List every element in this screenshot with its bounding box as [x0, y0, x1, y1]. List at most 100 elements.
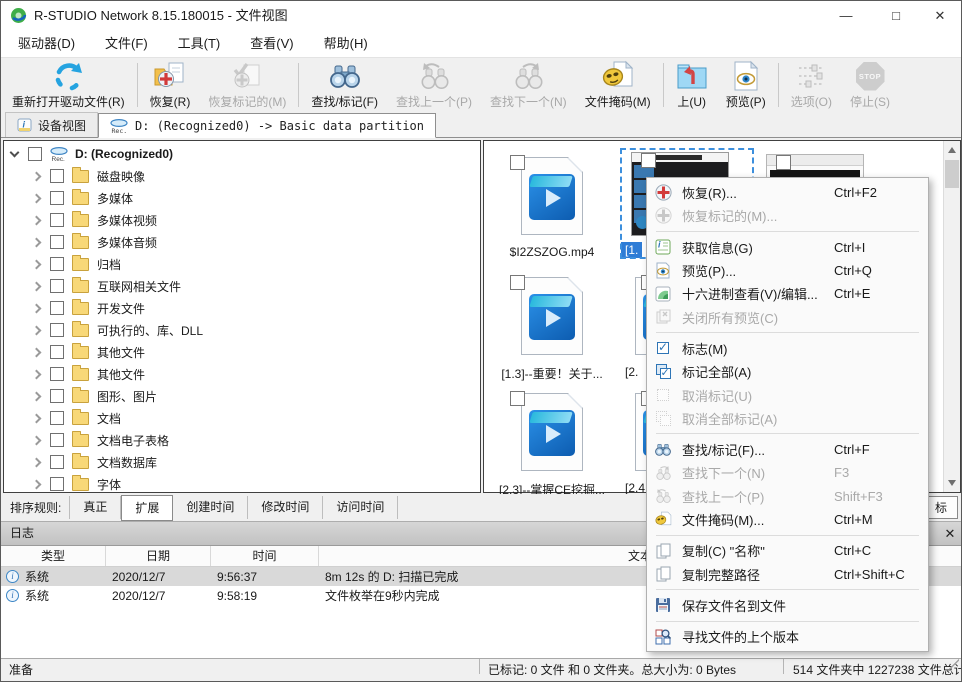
checkbox[interactable]: [50, 323, 64, 337]
file-item[interactable]: $I2ZSZOG.mp4: [486, 151, 618, 260]
menu-item-unmark-all[interactable]: 取消全部标记(A): [647, 407, 928, 430]
checkbox[interactable]: [50, 301, 64, 315]
scroll-up-icon[interactable]: [948, 147, 956, 153]
checkbox[interactable]: [50, 477, 64, 491]
chevron-right-icon[interactable]: [32, 171, 42, 181]
recover-button[interactable]: 恢复(R): [141, 58, 200, 112]
menu-view[interactable]: 查看(V): [235, 31, 308, 57]
file-item[interactable]: [1.3]--重要！关于...: [486, 271, 618, 383]
maximize-button[interactable]: □: [879, 1, 913, 31]
tab-device-view[interactable]: i 设备视图: [5, 112, 98, 137]
menu-item-mark[interactable]: 标志(M): [647, 337, 928, 360]
menu-item-mark-all[interactable]: 标记全部(A): [647, 360, 928, 383]
tree-item[interactable]: 文档: [4, 407, 480, 429]
tree-item[interactable]: 归档: [4, 253, 480, 275]
recover-marked-button[interactable]: 恢复标记的(M): [199, 58, 295, 112]
chevron-right-icon[interactable]: [32, 369, 42, 379]
checkbox[interactable]: [50, 213, 64, 227]
tree-item[interactable]: 多媒体视频: [4, 209, 480, 231]
reopen-drive-button[interactable]: 重新打开驱动文件(R): [3, 58, 134, 112]
minimize-button[interactable]: —: [829, 1, 863, 31]
chevron-down-icon[interactable]: [10, 148, 20, 158]
menu-item-find-previous-version[interactable]: 寻找文件的上个版本: [647, 625, 928, 648]
checkbox[interactable]: [50, 455, 64, 469]
checkbox[interactable]: [50, 411, 64, 425]
chevron-right-icon[interactable]: [32, 193, 42, 203]
tree-root-drive[interactable]: Rec. D: (Recognized0): [4, 143, 480, 165]
menu-item-find-prev[interactable]: 查找上一个(P) Shift+F3: [647, 485, 928, 508]
tree-item[interactable]: 可执行的、库、DLL: [4, 319, 480, 341]
menu-item-find-mark[interactable]: 查找/标记(F)... Ctrl+F: [647, 438, 928, 461]
chevron-right-icon[interactable]: [32, 281, 42, 291]
menu-tools[interactable]: 工具(T): [163, 31, 236, 57]
tree-item[interactable]: 互联网相关文件: [4, 275, 480, 297]
tree-item[interactable]: 磁盘映像: [4, 165, 480, 187]
chevron-right-icon[interactable]: [32, 479, 42, 489]
find-mark-button[interactable]: 查找/标记(F): [302, 58, 387, 112]
resize-grip[interactable]: [949, 659, 959, 669]
checkbox[interactable]: [510, 275, 525, 290]
menu-help[interactable]: 帮助(H): [309, 31, 383, 57]
menu-item-save-filenames[interactable]: 保存文件名到文件: [647, 594, 928, 617]
chevron-right-icon[interactable]: [32, 413, 42, 423]
menu-item-file-mask[interactable]: 文件掩码(M)... Ctrl+M: [647, 508, 928, 531]
file-mask-button[interactable]: 文件掩码(M): [576, 58, 660, 112]
sort-tab-fragment[interactable]: 标: [924, 496, 958, 519]
log-close-icon[interactable]: ✕: [939, 522, 961, 545]
tree-item[interactable]: 文档数据库: [4, 451, 480, 473]
close-button[interactable]: ✕: [923, 1, 957, 31]
checkbox[interactable]: [50, 191, 64, 205]
tree-item[interactable]: 多媒体音频: [4, 231, 480, 253]
sort-tab-extension[interactable]: 扩展: [121, 495, 173, 521]
tab-recognized-partition[interactable]: Rec. D: (Recognized0) -> Basic data part…: [98, 113, 436, 138]
checkbox[interactable]: [50, 257, 64, 271]
scrollbar-thumb[interactable]: [945, 160, 959, 188]
sort-tab-real[interactable]: 真正: [69, 496, 121, 519]
up-button[interactable]: 上(U): [667, 58, 717, 112]
menu-item-recover[interactable]: 恢复(R)... Ctrl+F2: [647, 181, 928, 204]
file-item[interactable]: [2.3]--掌握CE挖掘...: [486, 387, 618, 499]
preview-button[interactable]: 预览(P): [717, 58, 775, 112]
chevron-right-icon[interactable]: [32, 391, 42, 401]
menu-item-recover-marked[interactable]: 恢复标记的(M)...: [647, 204, 928, 227]
menu-item-unmark[interactable]: 取消标记(U): [647, 383, 928, 406]
chevron-right-icon[interactable]: [32, 237, 42, 247]
options-button[interactable]: 选项(O): [782, 58, 841, 112]
checkbox[interactable]: [50, 433, 64, 447]
scroll-down-icon[interactable]: [948, 480, 956, 486]
tree-item[interactable]: 文档电子表格: [4, 429, 480, 451]
menu-item-get-info[interactable]: i 获取信息(G) Ctrl+I: [647, 236, 928, 259]
tree-item[interactable]: 其他文件: [4, 363, 480, 385]
tree-item[interactable]: 开发文件: [4, 297, 480, 319]
chevron-right-icon[interactable]: [32, 215, 42, 225]
chevron-right-icon[interactable]: [32, 347, 42, 357]
checkbox[interactable]: [776, 155, 791, 170]
checkbox[interactable]: [50, 169, 64, 183]
checkbox[interactable]: [50, 235, 64, 249]
checkbox[interactable]: [50, 389, 64, 403]
menu-drive[interactable]: 驱动器(D): [3, 31, 90, 57]
menu-item-preview[interactable]: 预览(P)... Ctrl+Q: [647, 259, 928, 282]
checkbox[interactable]: [641, 153, 656, 168]
find-prev-button[interactable]: 查找上一个(P): [387, 58, 481, 112]
tree-item[interactable]: 图形、图片: [4, 385, 480, 407]
tree-item[interactable]: 其他文件: [4, 341, 480, 363]
checkbox[interactable]: [510, 155, 525, 170]
checkbox[interactable]: [28, 147, 42, 161]
tree-item[interactable]: 字体: [4, 473, 480, 493]
chevron-right-icon[interactable]: [32, 303, 42, 313]
sort-tab-modified[interactable]: 修改时间: [248, 496, 323, 519]
menu-item-close-previews[interactable]: 关闭所有预览(C): [647, 305, 928, 328]
menu-item-copy-path[interactable]: 复制完整路径 Ctrl+Shift+C: [647, 562, 928, 585]
menu-item-copy-name[interactable]: 复制(C) "名称" Ctrl+C: [647, 539, 928, 562]
stop-button[interactable]: STOP 停止(S): [841, 58, 899, 112]
sort-tab-created[interactable]: 创建时间: [173, 496, 248, 519]
log-column-time[interactable]: 时间: [211, 546, 319, 566]
log-column-date[interactable]: 日期: [106, 546, 211, 566]
menu-item-hex-view[interactable]: 十六进制查看(V)/编辑... Ctrl+E: [647, 282, 928, 305]
vertical-scrollbar[interactable]: [943, 141, 960, 492]
find-next-button[interactable]: 查找下一个(N): [481, 58, 576, 112]
checkbox[interactable]: [50, 345, 64, 359]
menu-file[interactable]: 文件(F): [90, 31, 163, 57]
menu-item-find-next[interactable]: 查找下一个(N) F3: [647, 461, 928, 484]
